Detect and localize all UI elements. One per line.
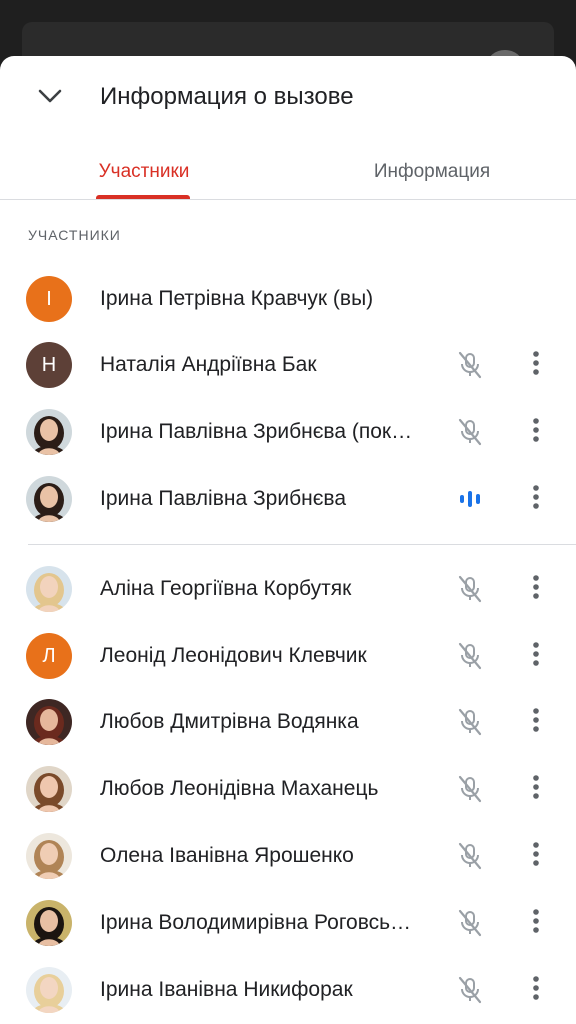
participant-name: Любов Дмитрівна Водянка [100, 710, 359, 733]
more-vert-icon [532, 350, 540, 381]
avatar [26, 409, 72, 455]
participant-name: Ірина Володимирівна Роговсь… [100, 911, 412, 934]
more-options-button[interactable] [516, 703, 556, 741]
avatar [26, 900, 72, 946]
participant-row[interactable]: Олена Іванівна Ярошенко [0, 823, 576, 887]
avatar: Л [26, 633, 72, 679]
avatar [26, 476, 72, 522]
mic-off-icon [450, 415, 490, 449]
more-vert-icon [532, 908, 540, 939]
avatar [26, 833, 72, 879]
more-options-button[interactable] [516, 904, 556, 942]
mic-off-icon [450, 839, 490, 873]
participant-name: Ірина Павлівна Зрибнєва [100, 487, 347, 510]
participant-row[interactable]: Аліна Георгіївна Корбутяк [0, 556, 576, 620]
speaking-indicator-icon [450, 482, 490, 516]
more-vert-icon [532, 975, 540, 1006]
collapse-button[interactable] [30, 78, 70, 118]
participant-name: Аліна Георгіївна Корбутяк [100, 577, 352, 600]
participant-row[interactable]: Ірина Іванівна Никифорак [0, 957, 576, 1021]
participant-name: Ірина Павлівна Зрибнєва (пок… [100, 420, 413, 443]
more-options-button[interactable] [516, 637, 556, 675]
more-vert-icon [532, 641, 540, 672]
more-vert-icon [532, 417, 540, 448]
participant-name: Ірина Іванівна Никифорак [100, 978, 353, 1001]
participant-row[interactable]: Любов Леонідівна Маханець [0, 756, 576, 820]
active-tab-indicator [96, 195, 190, 199]
participant-row[interactable]: Ірина Павлівна Зрибнєва [0, 466, 576, 530]
mic-off-icon [450, 705, 490, 739]
participant-row[interactable]: Л Леонід Леонідович Клевчик [0, 623, 576, 687]
more-vert-icon [532, 484, 540, 515]
more-vert-icon [532, 574, 540, 605]
mic-off-icon [450, 348, 490, 382]
tab-information[interactable]: Информация [366, 144, 498, 200]
more-options-button[interactable] [516, 570, 556, 608]
participant-name: Леонід Леонідович Клевчик [100, 644, 367, 667]
tab-participants[interactable]: Участники [84, 144, 204, 200]
more-options-button[interactable] [516, 480, 556, 518]
call-info-sheet: Информация о вызове Участники Информация… [0, 56, 576, 1024]
avatar [26, 699, 72, 745]
avatar-initial: Н [41, 353, 57, 376]
mic-off-icon [450, 572, 490, 606]
avatar: Н [26, 342, 72, 388]
avatar [26, 967, 72, 1013]
mic-off-icon [450, 906, 490, 940]
avatar-initial: І [46, 287, 52, 310]
more-options-button[interactable] [516, 837, 556, 875]
participant-name: Олена Іванівна Ярошенко [100, 844, 354, 867]
avatar [26, 566, 72, 612]
participant-name: Ірина Петрівна Кравчук (вы) [100, 287, 374, 310]
more-vert-icon [532, 707, 540, 738]
mic-off-icon [450, 772, 490, 806]
more-vert-icon [532, 774, 540, 805]
more-vert-icon [532, 841, 540, 872]
participant-row[interactable]: Н Наталія Андріївна Бак [0, 332, 576, 396]
mic-off-icon [450, 973, 490, 1007]
list-divider [28, 544, 576, 545]
more-options-button[interactable] [516, 770, 556, 808]
tab-bar: Участники Информация [0, 144, 576, 200]
participant-row[interactable]: Любов Дмитрівна Водянка [0, 689, 576, 753]
participant-row[interactable]: Ірина Павлівна Зрибнєва (пок… [0, 399, 576, 463]
section-label: УЧАСТНИКИ [28, 227, 121, 243]
more-options-button[interactable] [516, 346, 556, 384]
avatar [26, 766, 72, 812]
avatar-initial: Л [42, 644, 56, 667]
more-options-button[interactable] [516, 971, 556, 1009]
participant-row[interactable]: І Ірина Петрівна Кравчук (вы) [0, 266, 576, 330]
participant-name: Любов Леонідівна Маханець [100, 777, 379, 800]
chevron-down-icon [37, 88, 63, 109]
mic-off-icon [450, 639, 490, 673]
page-title: Информация о вызове [100, 83, 354, 110]
participant-row[interactable]: Ірина Володимирівна Роговсь… [0, 890, 576, 954]
avatar: І [26, 276, 72, 322]
participant-name: Наталія Андріївна Бак [100, 353, 317, 376]
more-options-button[interactable] [516, 413, 556, 451]
sheet-header: Информация о вызове [0, 56, 576, 136]
